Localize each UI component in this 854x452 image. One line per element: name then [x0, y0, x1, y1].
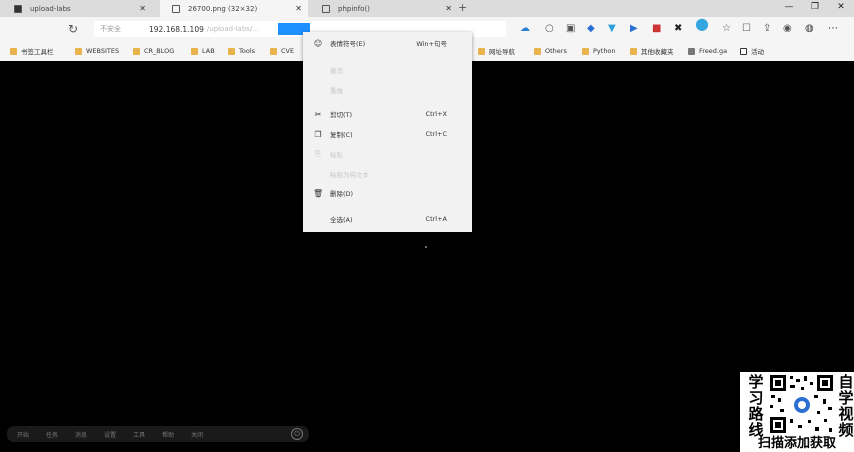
bookmark-cve[interactable]: CVE [270, 45, 294, 57]
bottom-item[interactable]: 任务 [46, 430, 58, 439]
collections-icon[interactable]: ☐ [742, 23, 751, 35]
extension-icon[interactable]: ☁ [520, 23, 530, 35]
minimize-icon[interactable]: — [776, 0, 802, 17]
cursor-highlight-icon: ● [695, 14, 709, 33]
play-extension-icon[interactable]: ▶ [630, 23, 638, 35]
folder-icon [133, 47, 140, 55]
bookmark-activity[interactable]: 活动 [740, 45, 764, 57]
menu-item-paste-plain[interactable]: 粘贴为纯文本 [303, 168, 472, 180]
page-dot [425, 246, 427, 248]
url-path-text: /upload-labs/... [206, 25, 259, 33]
close-window-icon[interactable]: ✕ [828, 0, 854, 17]
close-tab-icon[interactable]: ✕ [139, 4, 146, 13]
bottom-item[interactable]: 关闭 [191, 430, 203, 439]
site-icon [688, 47, 695, 55]
bookmark-tools[interactable]: Tools [228, 45, 255, 57]
bottom-item[interactable]: 消息 [75, 430, 87, 439]
tab-label: phpinfo() [338, 4, 370, 13]
more-menu-icon[interactable]: ⋯ [828, 23, 838, 35]
close-tab-icon[interactable]: ✕ [445, 4, 452, 13]
promo-left-text: 学 习 路 线 [748, 373, 764, 439]
folder-icon [534, 47, 541, 55]
favorites-icon[interactable]: ☆ [722, 23, 731, 35]
share-icon[interactable]: ⇪ [763, 23, 771, 35]
trash-icon: 🗑 [313, 188, 324, 198]
bookmark-cr-blog[interactable]: CR_BLOG [133, 45, 174, 57]
folder-icon [582, 47, 589, 55]
folder-icon [10, 47, 17, 55]
menu-item-copy[interactable]: ❐ 复制(C) Ctrl+C [303, 128, 472, 140]
tab-image[interactable]: 26700.png (32×32) ✕ [160, 0, 308, 17]
url-text: 192.168.1.109 [149, 24, 204, 34]
bookmark-others[interactable]: Others [534, 45, 567, 57]
paste-icon: ⎘ [314, 149, 322, 158]
menu-item-redo[interactable]: 重做 [303, 84, 472, 96]
power-icon[interactable]: ⏻ [291, 428, 303, 440]
bottom-toolbar: 开始 任务 消息 设置 工具 帮助 关闭 ⏻ [7, 426, 309, 442]
profile-avatar-icon[interactable]: ◍ [805, 23, 814, 35]
promo-right-text: 自 学 视 频 [838, 373, 854, 439]
promo-bottom-text: 扫描添加获取 [757, 436, 836, 451]
menu-item-undo[interactable]: 撤消 [303, 64, 472, 76]
menu-item-paste[interactable]: ⎘ 粘贴 [303, 148, 472, 160]
tab-label: 26700.png (32×32) [188, 4, 258, 13]
tab-phpinfo[interactable]: phpinfo() ✕ [310, 0, 458, 17]
folder-icon [75, 47, 82, 55]
menu-item-emoji[interactable]: ☺ 表情符号(E) Win+句号 [303, 37, 472, 49]
bottom-item[interactable]: 开始 [17, 430, 29, 439]
apps-icon[interactable]: ◉ [783, 23, 792, 35]
page-favicon-icon [322, 4, 330, 13]
menu-item-cut[interactable]: ✂ 剪切(T) Ctrl+X [303, 108, 472, 120]
shield-extension-icon[interactable]: ◆ [587, 23, 595, 35]
menu-item-delete[interactable]: 🗑 删除(D) [303, 187, 472, 199]
scissors-icon: ✂ [314, 109, 322, 119]
site-favicon-icon [14, 4, 22, 13]
bottom-item[interactable]: 工具 [133, 430, 145, 439]
window-controls: — ❐ ✕ [776, 0, 854, 17]
close-tab-icon[interactable]: ✕ [295, 4, 302, 13]
folder-icon [478, 47, 485, 55]
tab-upload-labs[interactable]: upload-labs ✕ [2, 0, 152, 17]
bookmark-lab[interactable]: LAB [191, 45, 215, 57]
promo-overlay: 学 习 路 线 自 学 视 频 扫描添加获取 [740, 372, 854, 452]
folder-icon [630, 47, 637, 55]
tab-strip: upload-labs ✕ 26700.png (32×32) ✕ phpinf… [0, 0, 854, 17]
context-menu: ☺ 表情符号(E) Win+句号 撤消 重做 ✂ 剪切(T) Ctrl+X ❐ … [303, 32, 472, 232]
x-extension-icon[interactable]: ✖ [674, 23, 682, 35]
folder-icon [228, 47, 235, 55]
restore-icon[interactable]: ❐ [802, 0, 828, 17]
copy-icon: ❐ [314, 129, 322, 139]
menu-item-select-all[interactable]: 全选(A) Ctrl+A [303, 213, 472, 225]
page-favicon-icon [172, 4, 180, 13]
circle-extension-icon[interactable]: ○ [545, 23, 554, 35]
bottom-item[interactable]: 帮助 [162, 430, 174, 439]
folder-icon [191, 47, 198, 55]
qr-code-icon [768, 373, 835, 435]
bookmark-extension-icon[interactable]: ▣ [566, 23, 575, 35]
folder-icon [270, 47, 277, 55]
tab-label: upload-labs [30, 4, 71, 13]
new-tab-icon[interactable]: + [458, 1, 467, 14]
filter-extension-icon[interactable]: ▼ [608, 23, 616, 35]
bookmark-python[interactable]: Python [582, 45, 616, 57]
smiley-icon: ☺ [313, 38, 323, 48]
bottom-item[interactable]: 设置 [104, 430, 116, 439]
page-icon [740, 47, 747, 55]
bookmark-websites[interactable]: WEBSITES [75, 45, 119, 57]
bookmark-nav[interactable]: 网址导航 [478, 45, 515, 57]
security-label: 不安全 [100, 25, 121, 33]
bookmark-toolbar-folder[interactable]: 书签工具栏 [10, 45, 54, 57]
bookmark-freed[interactable]: Freed.ga [688, 45, 727, 57]
red-extension-icon[interactable]: ■ [652, 23, 661, 35]
bookmark-other-favorites[interactable]: 其他收藏夹 [630, 45, 674, 57]
reload-icon[interactable]: ↻ [68, 22, 78, 36]
